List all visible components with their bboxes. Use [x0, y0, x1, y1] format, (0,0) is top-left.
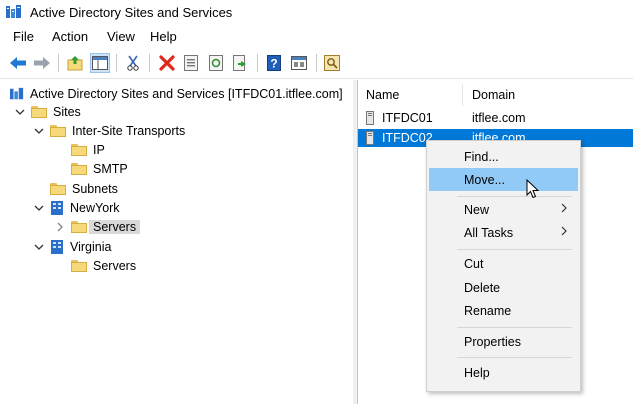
tree-node-virginia-servers[interactable]: Servers	[71, 256, 136, 275]
menu-help[interactable]: Help	[150, 29, 177, 44]
menu-bar: File Action View Help	[0, 26, 633, 48]
tree-node-subnets[interactable]: Subnets	[50, 179, 118, 198]
delete-icon[interactable]	[157, 53, 177, 73]
tree-node-sites[interactable]: Sites	[15, 102, 81, 121]
menu-item-label: All Tasks	[464, 225, 514, 240]
list-cell-name: ITFDC01	[382, 111, 433, 125]
refresh-icon[interactable]	[206, 53, 226, 73]
console-tree[interactable]: Active Directory Sites and Services [ITF…	[0, 80, 354, 404]
tree-label: Sites	[53, 104, 81, 119]
menu-separator	[457, 196, 572, 197]
mouse-pointer-icon	[526, 179, 540, 199]
menu-separator	[457, 249, 572, 250]
menu-action[interactable]: Action	[52, 29, 88, 44]
tree-label: Virginia	[70, 239, 112, 254]
folder-icon	[50, 182, 66, 195]
tree-root[interactable]: Active Directory Sites and Services [ITF…	[10, 84, 343, 103]
folder-icon	[71, 259, 87, 272]
tree-label: Inter-Site Transports	[72, 123, 186, 138]
menu-item-delete[interactable]: Delete	[429, 276, 578, 299]
folder-icon	[71, 143, 87, 156]
tree-label: IP	[93, 142, 105, 157]
folder-icon	[71, 162, 87, 175]
new-object-icon[interactable]	[322, 53, 342, 73]
server-icon	[366, 111, 374, 125]
menu-item-new[interactable]: New	[429, 198, 578, 221]
folder-icon	[31, 105, 47, 118]
tree-label-selected: Servers	[89, 219, 141, 234]
tree-node-newyork[interactable]: NewYork	[34, 198, 120, 217]
chevron-down-icon[interactable]	[15, 107, 25, 117]
folder-icon	[71, 220, 87, 233]
menu-view[interactable]: View	[107, 29, 135, 44]
server-icon	[366, 131, 374, 145]
toolbar-separator	[58, 54, 59, 72]
export-list-icon[interactable]	[231, 53, 251, 73]
tree-label: Subnets	[72, 181, 118, 196]
help-topics-icon[interactable]	[289, 53, 309, 73]
tree-node-inter-site-transports[interactable]: Inter-Site Transports	[34, 121, 185, 140]
menu-separator	[457, 327, 572, 328]
svg-text:?: ?	[270, 57, 277, 71]
title-bar: Active Directory Sites and Services	[0, 0, 633, 26]
column-header-name[interactable]: Name	[366, 84, 399, 106]
toolbar-separator	[116, 54, 117, 72]
sites-services-app-icon	[6, 5, 21, 18]
chevron-down-icon[interactable]	[34, 126, 44, 136]
toolbar-separator	[316, 54, 317, 72]
chevron-right-icon[interactable]	[55, 222, 65, 232]
menu-item-label: New	[464, 202, 490, 217]
site-icon	[51, 239, 63, 254]
toolbar-separator	[257, 54, 258, 72]
tree-node-ip[interactable]: IP	[71, 140, 105, 159]
tree-node-virginia[interactable]: Virginia	[34, 237, 111, 256]
sites-services-icon	[10, 87, 24, 99]
tree-root-label: Active Directory Sites and Services [ITF…	[30, 86, 343, 101]
chevron-right-icon	[561, 203, 567, 213]
menu-item-properties[interactable]: Properties	[429, 330, 578, 353]
toolbar: ?	[0, 48, 633, 79]
menu-separator	[457, 357, 572, 358]
tree-label: NewYork	[70, 200, 120, 215]
properties-icon[interactable]	[181, 53, 201, 73]
menu-item-move[interactable]: Move...	[429, 168, 578, 191]
toolbar-separator	[149, 54, 150, 72]
tree-node-newyork-servers[interactable]: Servers	[55, 217, 141, 236]
context-menu: Find... Move... New All Tasks Cut Delete…	[426, 140, 581, 392]
site-icon	[51, 200, 63, 215]
cut-icon[interactable]	[123, 53, 143, 73]
menu-item-cut[interactable]: Cut	[429, 252, 578, 275]
up-folder-icon[interactable]	[65, 53, 85, 73]
list-cell-domain: itflee.com	[472, 111, 526, 125]
tree-label: SMTP	[93, 161, 128, 176]
forward-icon[interactable]	[32, 53, 52, 73]
help-icon[interactable]: ?	[264, 53, 284, 73]
tree-label: Servers	[93, 258, 137, 273]
menu-item-help[interactable]: Help	[429, 361, 578, 384]
chevron-down-icon[interactable]	[34, 242, 44, 252]
back-icon[interactable]	[8, 53, 28, 73]
column-divider[interactable]	[462, 84, 463, 106]
show-hide-console-tree-icon[interactable]	[90, 53, 110, 73]
column-header-domain[interactable]: Domain	[472, 84, 515, 106]
menu-item-rename[interactable]: Rename	[429, 299, 578, 322]
tree-node-smtp[interactable]: SMTP	[71, 159, 128, 178]
menu-file[interactable]: File	[13, 29, 34, 44]
chevron-right-icon	[561, 226, 567, 236]
folder-icon	[50, 124, 66, 137]
menu-item-find[interactable]: Find...	[429, 145, 578, 168]
list-item[interactable]: ITFDC01 itflee.com	[358, 109, 633, 127]
menu-item-all-tasks[interactable]: All Tasks	[429, 221, 578, 244]
window-title: Active Directory Sites and Services	[30, 5, 233, 20]
chevron-down-icon[interactable]	[34, 203, 44, 213]
